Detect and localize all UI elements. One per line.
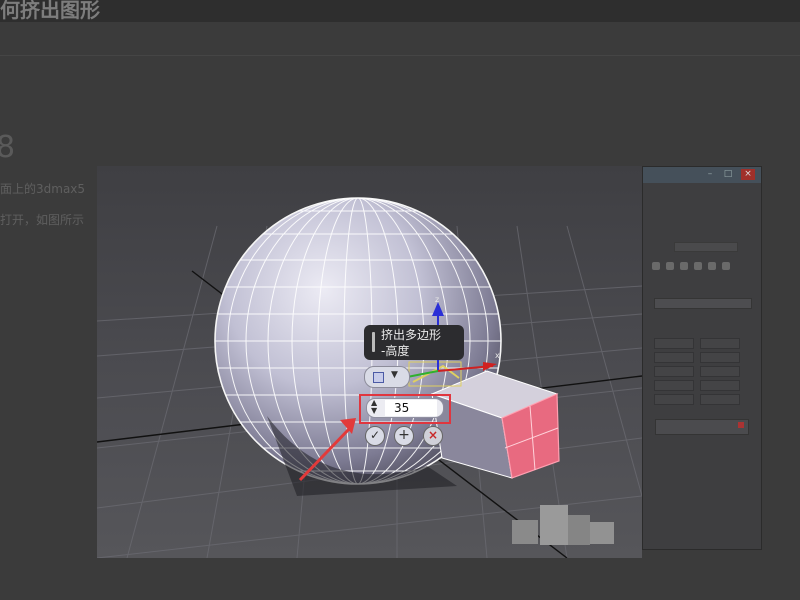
divider [0, 55, 800, 56]
utilities-icon[interactable] [722, 262, 730, 270]
gizmo-z-label: z [435, 295, 439, 304]
apply-and-continue-button[interactable]: + [394, 426, 414, 446]
height-input[interactable] [385, 400, 437, 416]
panel-button[interactable] [700, 380, 740, 391]
watermark [568, 515, 590, 545]
panel-field[interactable] [655, 419, 749, 435]
cancel-button[interactable]: × [423, 426, 443, 446]
gizmo-x-label: x [495, 351, 500, 360]
object-type-dropdown[interactable] [654, 298, 752, 309]
panel-button[interactable] [654, 380, 694, 391]
caddy-drag-handle[interactable] [372, 332, 375, 352]
panel-button[interactable] [654, 366, 694, 377]
viewport-scene: z x [97, 197, 642, 558]
group-extrude-icon [373, 372, 384, 383]
panel-button[interactable] [700, 366, 740, 377]
caddy-title: 挤出多边形 -高度 [364, 325, 464, 360]
panel-name-field[interactable] [674, 242, 738, 252]
watermark [590, 522, 614, 544]
3d-viewport[interactable]: z x [97, 166, 642, 558]
panel-button[interactable] [654, 352, 694, 363]
display-icon[interactable] [708, 262, 716, 270]
close-icon: × [427, 428, 439, 442]
motion-icon[interactable] [694, 262, 702, 270]
chevron-down-icon: ▼ [391, 370, 398, 380]
watermark [512, 520, 538, 544]
extruded-box [430, 370, 560, 479]
caddy-title-line2: -高度 [381, 344, 410, 358]
caddy-title-line1: 挤出多边形 [381, 328, 442, 342]
plus-icon: + [398, 427, 410, 443]
panel-button[interactable] [700, 352, 740, 363]
article-title: 何挤出图形 [0, 0, 100, 22]
minimize-icon[interactable]: – [703, 169, 717, 180]
panel-field-close-icon[interactable] [738, 422, 744, 428]
hierarchy-icon[interactable] [680, 262, 688, 270]
step-number: 8 [0, 130, 16, 165]
panel-button[interactable] [654, 338, 694, 349]
ok-button[interactable]: ✓ [365, 426, 385, 446]
panel-button[interactable] [654, 394, 694, 405]
modify-icon[interactable] [666, 262, 674, 270]
height-spinner[interactable]: ▲ ▼ [366, 398, 444, 418]
create-icon[interactable] [652, 262, 660, 270]
spinner-arrows-icon[interactable]: ▲ ▼ [371, 399, 377, 415]
article-line-1: 面上的3dmax5 [0, 182, 86, 196]
watermark [540, 505, 568, 545]
maximize-icon[interactable]: □ [721, 169, 735, 180]
checkmark-icon: ✓ [369, 428, 381, 442]
panel-titlebar: – □ × [643, 167, 761, 183]
panel-button[interactable] [700, 394, 740, 405]
close-icon[interactable]: × [741, 169, 755, 180]
extrusion-type-dropdown[interactable]: ▼ [364, 366, 410, 388]
top-bar: 何挤出图形 [0, 0, 800, 22]
height-value-highlight: ▲ ▼ [359, 394, 451, 424]
article-line-2: 打开，如图所示 [0, 213, 85, 227]
panel-button[interactable] [700, 338, 740, 349]
